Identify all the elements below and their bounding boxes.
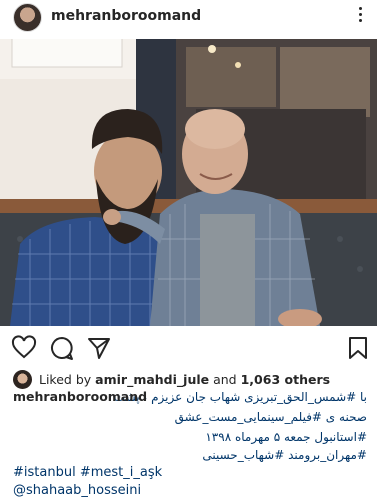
likes-count[interactable]: 1,063 others: [241, 372, 330, 387]
action-bar: [0, 332, 377, 362]
caption-line-3[interactable]: #استانبول جمعه ۵ مهرماه ۱۳۹۸: [10, 428, 367, 446]
likes-prefix: Liked by: [39, 371, 92, 387]
caption-line-4[interactable]: #مهران_برومند #شهاب_حسینی: [10, 446, 367, 464]
caption-author[interactable]: mehranboroomand: [13, 388, 147, 406]
likes-summary: Liked by amir_mahdi_jule and 1,063 other…: [13, 369, 330, 389]
post-header: mehranboroomand: [0, 0, 377, 34]
photo-illustration: [0, 39, 377, 326]
author-username[interactable]: mehranboroomand: [51, 8, 201, 24]
caption-line-5[interactable]: #istanbul #mest_i_aşk: [13, 464, 367, 482]
caption-line-2[interactable]: صحنه ی #فیلم_سینمایی_مست_عشق: [10, 408, 367, 426]
likes-conj: and: [213, 371, 237, 387]
liker-avatar[interactable]: [13, 369, 32, 389]
post-photo[interactable]: [0, 39, 377, 326]
heart-icon[interactable]: [11, 335, 37, 361]
bookmark-icon[interactable]: [345, 335, 371, 361]
author-avatar[interactable]: [13, 3, 42, 32]
liker-username[interactable]: amir_mahdi_jule: [95, 372, 209, 387]
caption-line1-text: با #شمس_الحق_تبریزی شهاب جان عزیزم ، پشت: [113, 390, 367, 404]
send-icon[interactable]: [86, 335, 112, 361]
comment-icon[interactable]: [49, 335, 75, 361]
caption-line-6[interactable]: @shahaab_hosseini: [13, 482, 367, 500]
more-vertical-icon[interactable]: [355, 4, 365, 28]
